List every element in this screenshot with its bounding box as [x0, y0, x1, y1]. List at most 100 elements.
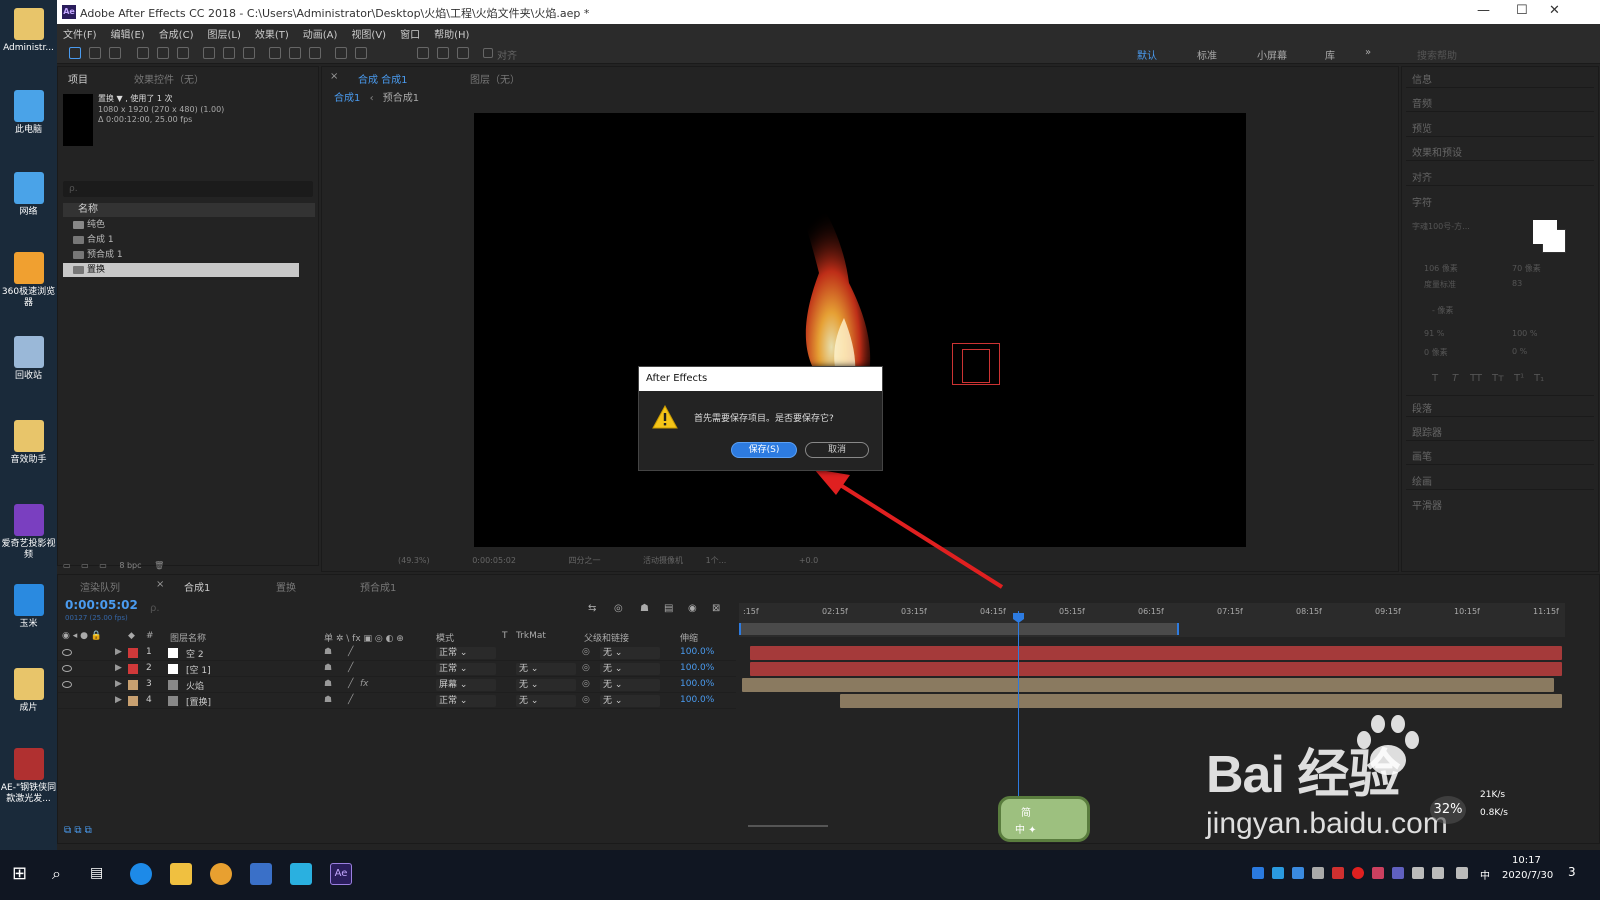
panel-brushes[interactable]: 画笔: [1412, 448, 1432, 463]
layer-duration-bar[interactable]: [750, 646, 1562, 660]
layer-row[interactable]: ▶ 4 [置换] ☗ ╱ 正常 ⌄ 无 ⌄ ◎ 无 ⌄ 100.0%: [58, 693, 736, 709]
layer-row[interactable]: ▶ 1 空 2 ☗ ╱ 正常 ⌄ ◎ 无 ⌄ 100.0%: [58, 645, 736, 661]
layer-duration-bar[interactable]: [750, 662, 1562, 676]
tab-render-queue[interactable]: 渲染队列: [80, 579, 120, 594]
tab-project[interactable]: 项目: [68, 71, 88, 86]
stroke-width-field[interactable]: - 像素: [1432, 305, 1453, 316]
toggle-panes-icon[interactable]: ⧉ ⧉ ⧉: [64, 825, 92, 836]
visibility-eye-icon[interactable]: [62, 649, 72, 656]
quality-switch-icon[interactable]: ╱: [348, 695, 353, 705]
bit-depth-button[interactable]: 8 bpc: [119, 561, 141, 570]
cloud-tray-icon[interactable]: [1272, 867, 1284, 879]
panel-tracker[interactable]: 跟踪器: [1412, 424, 1442, 439]
close-tab-icon[interactable]: ×: [156, 579, 164, 590]
panel-info[interactable]: 信息: [1412, 71, 1432, 86]
panel-audio[interactable]: 音频: [1412, 95, 1432, 110]
workspace-libraries[interactable]: 库: [1325, 47, 1335, 62]
brush-tool-icon[interactable]: [269, 47, 281, 59]
menu-help[interactable]: 帮助(H): [434, 26, 469, 41]
layer-row[interactable]: ▶ 2 [空 1] ☗ ╱ 正常 ⌄ 无 ⌄ ◎ 无 ⌄ 100.0%: [58, 661, 736, 677]
workspace-default[interactable]: 默认: [1137, 47, 1157, 62]
frame-blending-icon[interactable]: ▤: [664, 603, 673, 614]
browser-taskbar-icon[interactable]: [130, 863, 152, 885]
desktop-icon[interactable]: 360极速浏览器: [0, 252, 57, 309]
start-button-icon[interactable]: ⊞: [12, 863, 27, 884]
current-time[interactable]: 0:00:05:02: [472, 556, 516, 565]
eraser-tool-icon[interactable]: [309, 47, 321, 59]
cancel-button[interactable]: 取消: [805, 442, 869, 458]
fill-color-swatch[interactable]: [1533, 220, 1557, 244]
workspace-small-screen[interactable]: 小屏幕: [1257, 47, 1287, 62]
roto-brush-tool-icon[interactable]: [335, 47, 347, 59]
panel-effects-presets[interactable]: 效果和预设: [1412, 144, 1462, 159]
desktop-icon[interactable]: 成片: [0, 668, 57, 714]
world-axis-icon[interactable]: [437, 47, 449, 59]
task-view-icon[interactable]: ▤: [90, 865, 103, 881]
parent-select[interactable]: 无 ⌄: [600, 679, 660, 691]
menu-edit[interactable]: 编辑(E): [111, 26, 145, 41]
breadcrumb-precomp1[interactable]: 预合成1: [383, 93, 419, 104]
network-tray-icon[interactable]: [1412, 867, 1424, 879]
visibility-eye-icon[interactable]: [62, 665, 72, 672]
pen-tool-icon[interactable]: [223, 47, 235, 59]
fx-switch-icon[interactable]: fx: [360, 679, 369, 689]
timeline-zoom-slider[interactable]: [748, 825, 828, 827]
desktop-icon[interactable]: 回收站: [0, 336, 57, 382]
trkmat-select[interactable]: 无 ⌄: [516, 663, 576, 675]
panel-smoother[interactable]: 平滑器: [1412, 497, 1442, 512]
tab-composition[interactable]: 合成 合成1: [358, 71, 408, 86]
leading-field[interactable]: 70 像素: [1512, 263, 1541, 274]
column-layer-name[interactable]: 图层名称: [170, 631, 206, 644]
quality-switch-icon[interactable]: ╱: [348, 647, 353, 657]
view-axis-icon[interactable]: [457, 47, 469, 59]
camera-select[interactable]: 活动摄像机: [643, 556, 683, 565]
pick-whip-icon[interactable]: ◎: [582, 679, 590, 689]
clock-date[interactable]: 2020/7/30: [1502, 870, 1553, 881]
tab-timeline-precomp1[interactable]: 预合成1: [360, 579, 396, 594]
stretch-value[interactable]: 100.0%: [680, 663, 714, 673]
layer-search-input[interactable]: ρ.: [150, 603, 160, 614]
tab-timeline-displace[interactable]: 置换: [276, 579, 296, 594]
after-effects-taskbar-icon[interactable]: Ae: [330, 863, 352, 885]
shy-layers-icon[interactable]: ☗: [640, 603, 649, 614]
tab-timeline-comp1[interactable]: 合成1: [184, 579, 210, 594]
project-item-precomp1[interactable]: 预合成 1: [63, 248, 299, 262]
desktop-icon[interactable]: AE-"钢铁侠同款激光发...: [0, 748, 57, 805]
notification-center-icon[interactable]: 3: [1568, 865, 1576, 879]
file-explorer-icon[interactable]: [170, 863, 192, 885]
vertical-scale-field[interactable]: 91 %: [1424, 329, 1444, 338]
shy-switch-icon[interactable]: ☗: [324, 663, 332, 673]
small-caps-button[interactable]: Tт: [1492, 373, 1504, 384]
expand-arrow-icon[interactable]: ▶: [115, 647, 122, 657]
hand-tool-icon[interactable]: [89, 47, 101, 59]
project-item-displace[interactable]: 置换: [63, 263, 299, 277]
comp-mini-flowchart-icon[interactable]: ⇆: [588, 603, 596, 614]
minimize-button[interactable]: —: [1477, 3, 1490, 18]
all-caps-button[interactable]: TT: [1470, 373, 1482, 384]
workspace-standard[interactable]: 标准: [1197, 47, 1217, 62]
menu-window[interactable]: 窗口: [400, 26, 420, 41]
layer-name[interactable]: 空 2: [186, 647, 204, 660]
kerning-field[interactable]: 度量标准: [1424, 279, 1456, 290]
desktop-icon[interactable]: 爱奇艺投影视频: [0, 504, 57, 561]
parent-select[interactable]: 无 ⌄: [600, 695, 660, 707]
mode-select[interactable]: 正常 ⌄: [436, 695, 496, 707]
microphone-tray-icon[interactable]: [1312, 867, 1324, 879]
mode-select[interactable]: 正常 ⌄: [436, 647, 496, 659]
panel-character[interactable]: 字符: [1412, 194, 1432, 209]
clock-time[interactable]: 10:17: [1512, 855, 1541, 866]
tab-layer[interactable]: 图层（无）: [470, 71, 520, 86]
null-layer-handle[interactable]: [962, 349, 990, 383]
layer-label-color[interactable]: [128, 664, 138, 674]
baseline-shift-field[interactable]: 0 像素: [1424, 347, 1448, 358]
maximize-button[interactable]: ☐: [1516, 3, 1528, 18]
menu-animation[interactable]: 动画(A): [303, 26, 338, 41]
desktop-icon[interactable]: 音效助手: [0, 420, 57, 466]
shy-switch-icon[interactable]: ☗: [324, 679, 332, 689]
pick-whip-icon[interactable]: ◎: [582, 695, 590, 705]
search-help-input[interactable]: 搜索帮助: [1417, 47, 1457, 62]
tracking-field[interactable]: 83: [1512, 279, 1522, 288]
column-header-name[interactable]: 名称: [63, 203, 315, 217]
parent-select[interactable]: 无 ⌄: [600, 647, 660, 659]
mode-select[interactable]: 正常 ⌄: [436, 663, 496, 675]
